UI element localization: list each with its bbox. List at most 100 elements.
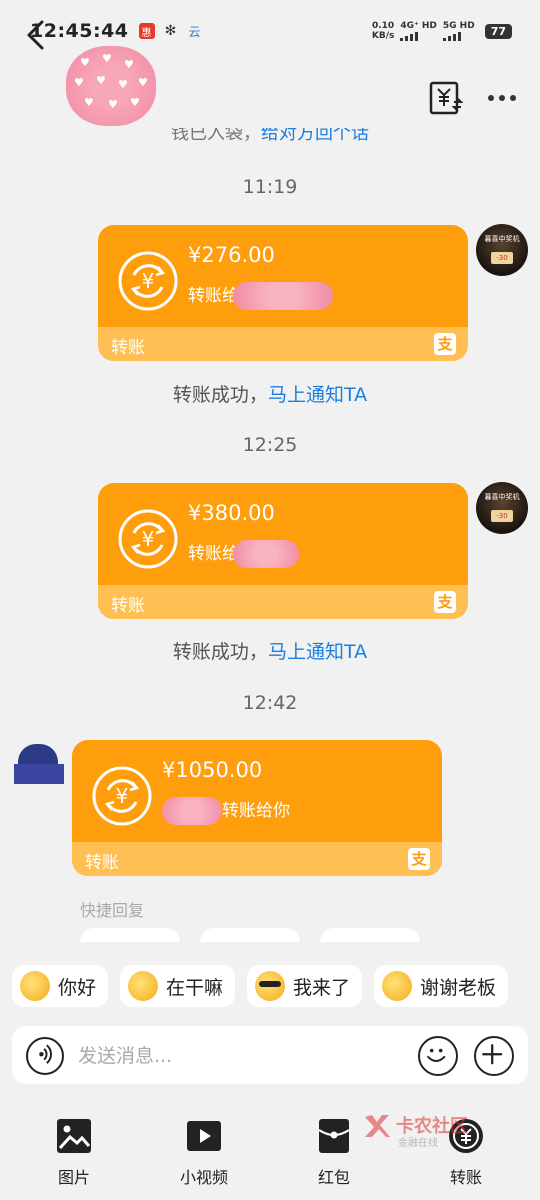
app-notification-icon: 惠 <box>138 23 155 39</box>
blurred-name <box>233 540 299 568</box>
snowflake-icon: ✻ <box>164 23 177 39</box>
thinking-emoji-icon <box>20 971 50 1001</box>
net-speed-unit: KB/s <box>371 31 395 41</box>
kiss-emoji-icon <box>382 971 413 1001</box>
more-options-button[interactable] <box>488 88 520 108</box>
quick-reply-card[interactable] <box>200 928 300 942</box>
contact-message-avatar[interactable] <box>14 742 66 788</box>
chip-thanks-boss[interactable]: 谢谢老板 <box>374 965 509 1007</box>
quick-reply-card[interactable] <box>80 928 180 942</box>
toolbar-video[interactable]: 小视频 <box>154 1108 254 1188</box>
transfer-card-footer: 转账 支 <box>72 842 442 876</box>
watermark: 卡农社区 金融在线 <box>362 1108 482 1152</box>
toolbar-label: 红包 <box>317 1168 350 1187</box>
transfer-notice-text: 转账成功， <box>172 384 268 406</box>
quick-reply-card[interactable] <box>320 928 420 942</box>
my-avatar-text: 暮喜中奖机 <box>484 493 520 501</box>
plus-button-icon[interactable] <box>474 1036 514 1076</box>
previous-notice-link[interactable]: 给对方回个话 <box>261 128 369 144</box>
transfer-desc-text: 转账给你 <box>222 801 290 821</box>
net-speed: 0.10 KB/s <box>372 21 394 41</box>
transfer-description: 转账给你 <box>162 796 290 825</box>
chip-what-doing[interactable]: 在干嘛 <box>120 965 236 1007</box>
message-time: 12:25 <box>242 434 298 456</box>
sunglasses-emoji-icon <box>255 971 286 1001</box>
transfer-card[interactable]: ¥ ¥1050.00 转账给你 转账 支 <box>72 740 442 876</box>
transfer-description: 转账给 <box>188 281 333 310</box>
toolbar-label: 图片 <box>57 1168 90 1187</box>
transfer-card[interactable]: ¥ ¥380.00 转账给 转账 支 <box>98 483 468 619</box>
transfer-type-label: 转账 <box>111 338 145 358</box>
signal-4g: 4G⁺ HD <box>400 20 437 41</box>
toolbar-label: 转账 <box>449 1168 482 1187</box>
svg-text:¥: ¥ <box>142 269 155 293</box>
toolbar-image[interactable]: 图片 <box>24 1108 124 1188</box>
my-avatar-text: 暮喜中奖机 <box>484 235 520 243</box>
blurred-name <box>162 797 222 825</box>
bill-icon[interactable] <box>428 80 464 116</box>
message-input[interactable] <box>78 1042 398 1070</box>
voice-input-icon[interactable] <box>26 1037 64 1075</box>
my-avatar[interactable]: 暮喜中奖机 -30 <box>476 224 528 276</box>
transfer-card-body: ¥ ¥276.00 转账给 <box>98 225 468 327</box>
svg-text:¥: ¥ <box>116 784 129 808</box>
watermark-logo-icon <box>365 1115 390 1137</box>
net-speed-value: 0.10 <box>371 21 395 31</box>
quick-reply-chips: 你好 在干嘛 我来了 谢谢老板 <box>12 965 509 1007</box>
transfer-notice: 转账成功，马上通知TA <box>0 637 540 664</box>
message-time: 12:42 <box>242 692 298 714</box>
chip-coming[interactable]: 我来了 <box>247 965 363 1007</box>
transfer-card-footer: 转账 支 <box>98 585 468 619</box>
transfer-desc-text: 转账给 <box>188 544 239 564</box>
message-input-bar <box>12 1026 528 1084</box>
alipay-icon: 支 <box>408 848 430 870</box>
dot-icon <box>488 95 494 101</box>
signal-bars-icon <box>400 31 419 41</box>
cloud-app-icon: 云 <box>188 24 201 39</box>
back-button[interactable] <box>20 18 54 52</box>
transfer-description: 转账给 <box>188 539 299 568</box>
signal-4g-label: 4G⁺ HD <box>400 20 437 31</box>
transfer-card-body: ¥ ¥1050.00 转账给你 <box>72 740 442 842</box>
transfer-card-body: ¥ ¥380.00 转账给 <box>98 483 468 585</box>
previous-notice: 钱已入袋，给对方回个话 <box>0 128 540 146</box>
transfer-type-label: 转账 <box>111 596 145 616</box>
red-packet-icon <box>318 1119 350 1153</box>
svg-text:¥: ¥ <box>142 527 155 551</box>
transfer-coin-icon: ¥ <box>118 251 178 311</box>
my-avatar-badge: -30 <box>491 252 513 264</box>
image-icon <box>57 1119 91 1153</box>
transfer-card-footer: 转账 支 <box>98 327 468 361</box>
chip-label: 谢谢老板 <box>420 976 497 999</box>
status-indicators: 0.10 KB/s 4G⁺ HD 5G HD 77 <box>372 21 512 41</box>
toolbar-label: 小视频 <box>179 1168 228 1187</box>
notify-link[interactable]: 马上通知TA <box>268 384 367 406</box>
notify-link[interactable]: 马上通知TA <box>268 641 367 663</box>
blurred-name <box>233 282 333 310</box>
previous-notice-text: 钱已入袋， <box>171 128 261 144</box>
signal-bars-icon <box>442 31 461 41</box>
transfer-card[interactable]: ¥ ¥276.00 转账给 转账 支 <box>98 225 468 361</box>
transfer-amount: ¥380.00 <box>188 501 275 525</box>
transfer-notice: 转账成功，马上通知TA <box>0 380 540 407</box>
transfer-type-label: 转账 <box>85 853 119 873</box>
cute-emoji-icon <box>128 971 159 1001</box>
status-app-icons: 惠 ✻ 云 <box>138 23 203 39</box>
signal-5g-label: 5G HD <box>442 20 475 31</box>
video-icon <box>187 1121 221 1151</box>
transfer-coin-icon: ¥ <box>118 509 178 569</box>
signal-5g: 5G HD <box>442 20 475 41</box>
message-time: 11:19 <box>242 176 298 198</box>
emoji-button-icon[interactable] <box>418 1036 458 1076</box>
dot-icon <box>499 95 505 101</box>
contact-avatar[interactable]: ♥ ♥ ♥ ♥ ♥ ♥ ♥ ♥ ♥ ♥ <box>66 46 156 126</box>
chip-label: 我来了 <box>293 976 351 999</box>
watermark-subtitle: 金融在线 <box>398 1138 438 1149</box>
my-avatar-badge: -30 <box>491 510 513 522</box>
my-avatar[interactable]: 暮喜中奖机 -30 <box>476 482 528 534</box>
alipay-icon: 支 <box>434 333 456 355</box>
transfer-desc-text: 转账给 <box>188 286 239 306</box>
chip-hello[interactable]: 你好 <box>12 965 109 1007</box>
transfer-notice-text: 转账成功， <box>172 641 268 663</box>
chip-label: 你好 <box>58 976 97 999</box>
